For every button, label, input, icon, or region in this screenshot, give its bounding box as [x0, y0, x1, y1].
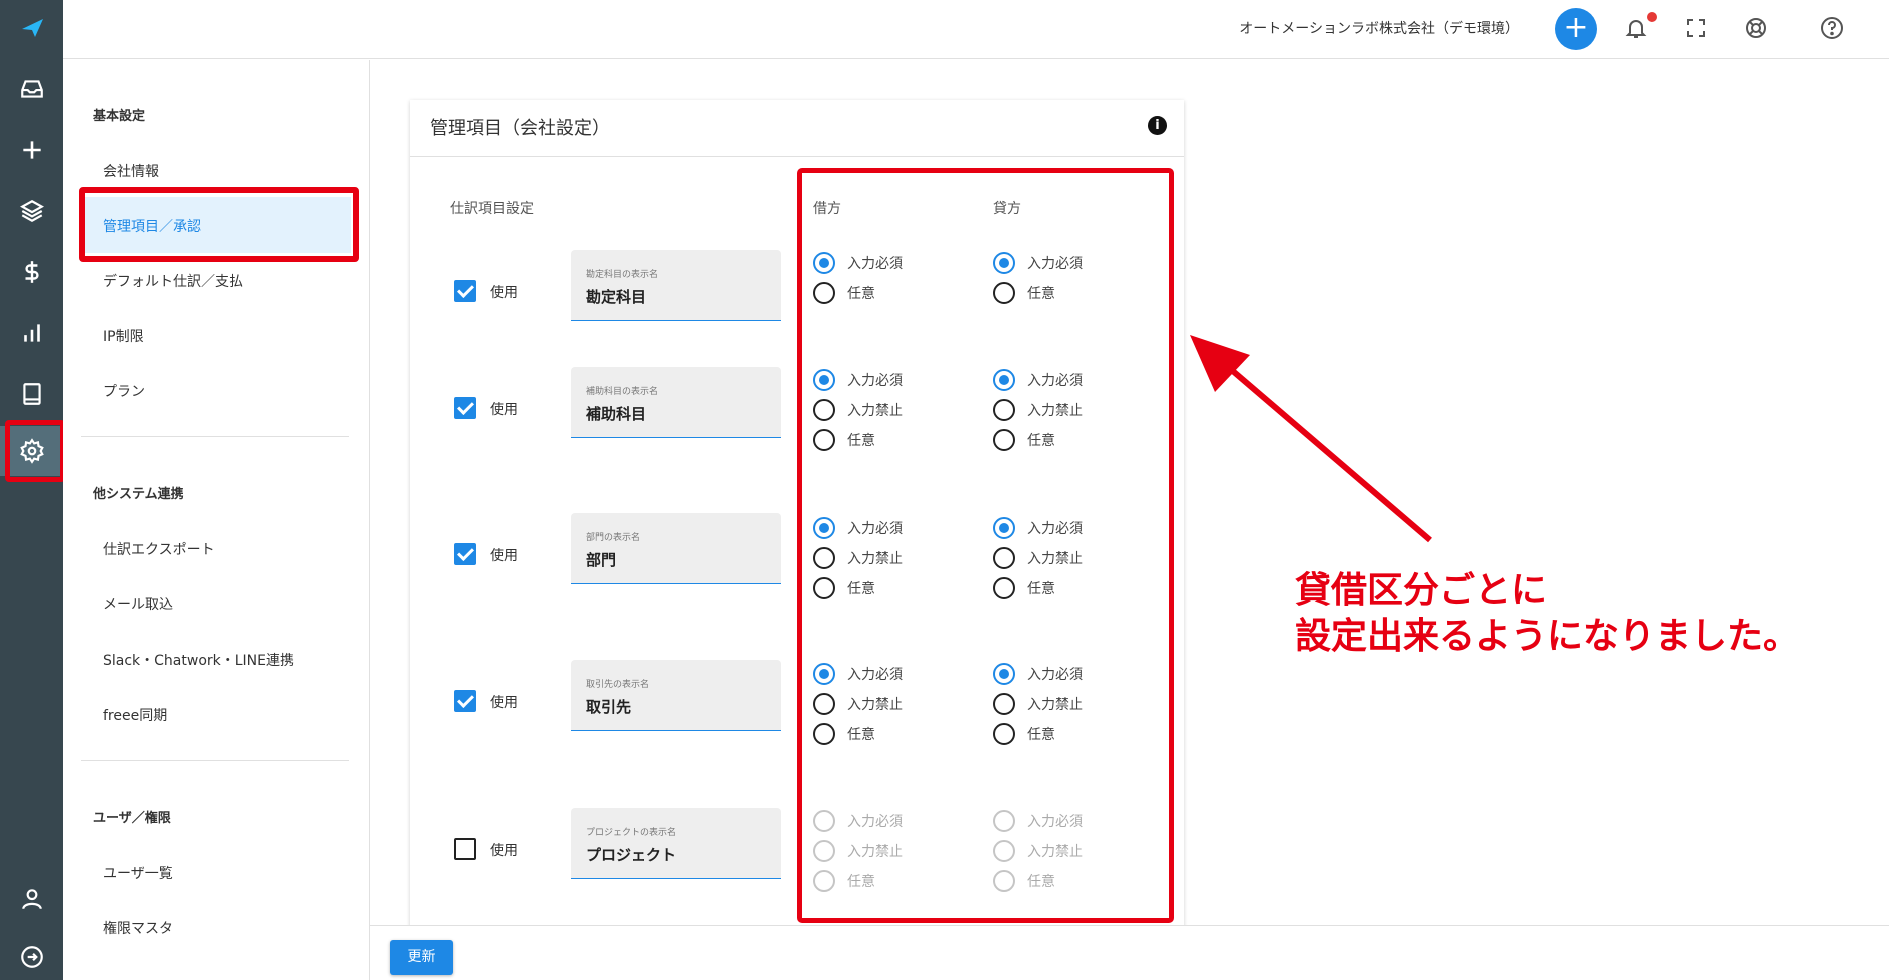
- use-checkbox[interactable]: [454, 838, 476, 860]
- display-name-field[interactable]: 取引先の表示名取引先: [571, 660, 781, 731]
- use-label: 使用: [490, 695, 518, 711]
- display-name-field-value: プロジェクト: [586, 846, 677, 864]
- use-checkbox[interactable]: [454, 397, 476, 419]
- use-label: 使用: [490, 402, 518, 418]
- book-icon[interactable]: [0, 372, 63, 416]
- sidebar-item-company-info[interactable]: 会社情報: [103, 161, 159, 181]
- display-name-field-label: 取引先の表示名: [586, 680, 650, 690]
- display-name-field-value: 勘定科目: [586, 288, 647, 306]
- info-icon[interactable]: i: [1148, 116, 1167, 135]
- sidebar-item-chat-integration[interactable]: Slack・Chatwork・LINE連携: [103, 650, 294, 670]
- display-name-field-label: 勘定科目の表示名: [586, 270, 659, 280]
- display-name-field-value: 補助科目: [586, 405, 647, 423]
- display-name-field[interactable]: 部門の表示名 部門: [571, 513, 781, 584]
- radio-group-highlight-box: [797, 168, 1174, 923]
- section-title-integrations: 他システム連携: [93, 487, 184, 502]
- display-name-field[interactable]: 補助科目の表示名補助科目: [571, 367, 781, 438]
- fullscreen-icon[interactable]: [1681, 13, 1711, 43]
- company-name: オートメーションラボ株式会社（デモ環境）: [1239, 21, 1519, 37]
- display-name-field-label: 部門の表示名: [586, 533, 641, 543]
- display-name-field-label: プロジェクトの表示名: [586, 828, 677, 838]
- use-checkbox[interactable]: [454, 280, 476, 302]
- display-name-field[interactable]: 勘定科目の表示名勘定科目: [571, 250, 781, 321]
- use-label: 使用: [490, 548, 518, 564]
- sidebar-divider: [81, 436, 349, 437]
- use-checkbox[interactable]: [454, 690, 476, 712]
- annotation-line-2: 設定出来るようになりました。: [1295, 616, 1800, 657]
- update-button[interactable]: 更新: [390, 940, 453, 975]
- card-title: 管理項目（会社設定）: [430, 118, 610, 139]
- display-name-field[interactable]: プロジェクトの表示名プロジェクト: [571, 808, 781, 879]
- annotation-line-1: 貸借区分ごとに: [1295, 570, 1548, 611]
- inbox-icon[interactable]: [0, 67, 63, 111]
- gear-highlight-box: [5, 420, 65, 482]
- annotation-text: 貸借区分ごとに 設定出来るようになりました。: [1295, 568, 1799, 660]
- sidebar-item-mail-import[interactable]: メール取込: [103, 594, 173, 614]
- section-title-basic: 基本設定: [93, 109, 146, 124]
- sidebar-item-freee-sync[interactable]: freee同期: [103, 705, 167, 725]
- notification-badge: [1647, 12, 1657, 22]
- layers-icon[interactable]: [0, 189, 63, 233]
- sidebar-item-user-list[interactable]: ユーザ一覧: [103, 863, 173, 883]
- top-bar: オートメーションラボ株式会社（デモ環境）: [63, 0, 1889, 59]
- sidebar-item-plan[interactable]: プラン: [103, 381, 145, 401]
- use-label: 使用: [490, 843, 518, 859]
- active-item-highlight-box: [79, 187, 359, 262]
- logo-icon[interactable]: [0, 6, 63, 50]
- card-divider: [410, 156, 1184, 157]
- use-label: 使用: [490, 285, 518, 301]
- icon-rail: [0, 0, 65, 980]
- sidebar-divider: [81, 760, 349, 761]
- display-name-field-value: 取引先: [586, 698, 632, 716]
- settings-sidebar: 基本設定 会社情報 管理項目／承認 デフォルト仕訳／支払 IP制限 プラン 他シ…: [63, 60, 370, 980]
- help-icon[interactable]: [1817, 13, 1847, 43]
- bar-chart-icon[interactable]: [0, 311, 63, 355]
- logout-icon[interactable]: [0, 935, 63, 979]
- column-header-settings: 仕訳項目設定: [450, 201, 534, 217]
- display-name-field-label: 補助科目の表示名: [586, 387, 659, 397]
- use-checkbox[interactable]: [454, 543, 476, 565]
- sidebar-item-permission-master[interactable]: 権限マスタ: [103, 918, 173, 938]
- add-button[interactable]: +: [1555, 8, 1597, 50]
- sidebar-item-ip-restriction[interactable]: IP制限: [103, 326, 144, 346]
- dollar-icon[interactable]: [0, 250, 63, 294]
- sidebar-item-journal-export[interactable]: 仕訳エクスポート: [103, 539, 215, 559]
- footer-bar: [370, 925, 1889, 980]
- user-icon[interactable]: [0, 877, 63, 921]
- annotation-arrow: [1190, 335, 1432, 543]
- support-icon[interactable]: [1741, 13, 1771, 43]
- plus-icon[interactable]: [0, 128, 63, 172]
- section-title-users: ユーザ／権限: [93, 811, 171, 826]
- display-name-field-value: 部門: [586, 551, 617, 569]
- add-icon: +: [1563, 10, 1589, 45]
- sidebar-item-default-journal[interactable]: デフォルト仕訳／支払: [103, 271, 243, 291]
